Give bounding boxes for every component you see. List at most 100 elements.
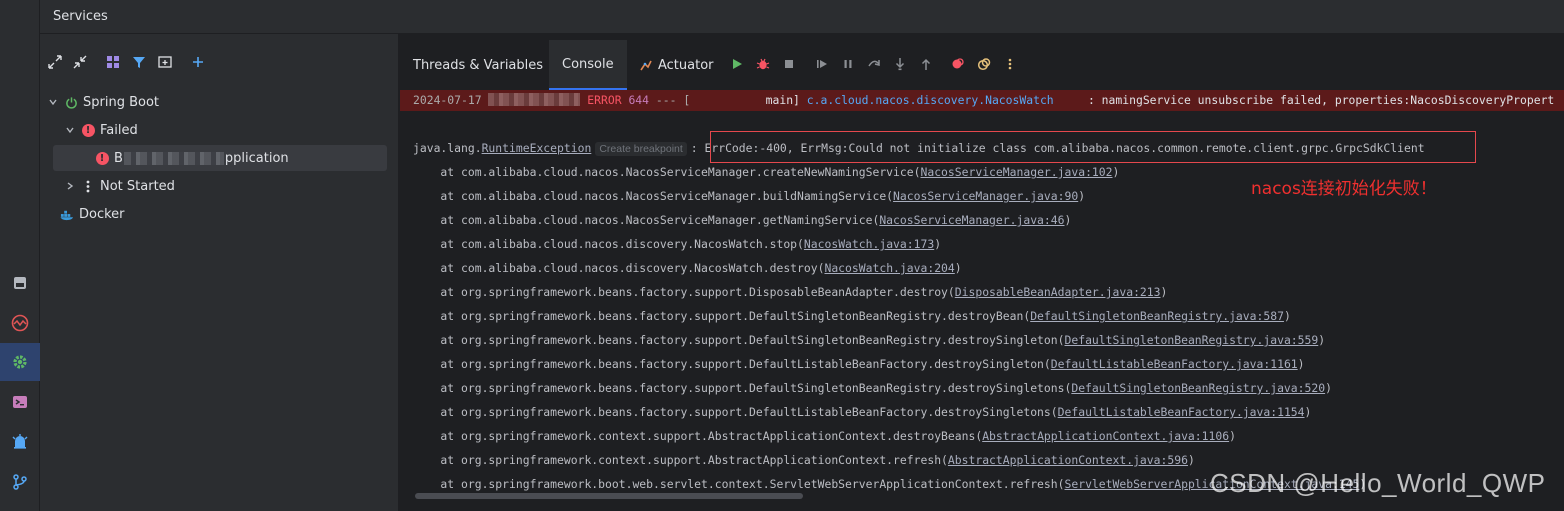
terminal-tool-button[interactable] — [0, 383, 40, 421]
stack-frame-source-link[interactable]: NacosServiceManager.java:90 — [893, 189, 1078, 203]
more-actions-button[interactable] — [1000, 54, 1020, 74]
redacted-text — [123, 151, 224, 165]
stack-frame-source-link[interactable]: NacosWatch.java:204 — [824, 261, 954, 275]
view-breakpoints-button[interactable] — [948, 54, 968, 74]
tree-node-label: Failed — [100, 122, 138, 138]
stack-frame-source-link[interactable]: DefaultSingletonBeanRegistry.java:559 — [1065, 333, 1319, 347]
pause-button[interactable] — [838, 54, 858, 74]
stack-frame-source-link[interactable]: DefaultSingletonBeanRegistry.java:520 — [1071, 381, 1325, 395]
stack-frame-end: ) — [1325, 381, 1332, 395]
database-icon — [14, 277, 26, 289]
stack-frame-source-link[interactable]: AbstractApplicationContext.java:1106 — [982, 429, 1229, 443]
add-service-button[interactable] — [188, 52, 208, 72]
tab-threads-variables[interactable]: Threads & Variables — [400, 40, 556, 90]
debug-bug-icon — [756, 58, 770, 70]
services-tool-button[interactable] — [0, 343, 40, 381]
step-over-icon — [868, 60, 880, 67]
new-tab-icon — [158, 56, 172, 68]
notifications-icon — [12, 434, 28, 449]
panel-title: Services — [53, 9, 108, 24]
horizontal-scrollbar[interactable] — [415, 493, 803, 499]
app-name-start: B — [114, 150, 123, 166]
stack-frame-end: ) — [1187, 453, 1195, 467]
step-out-icon — [921, 58, 931, 70]
tree-toolbar — [40, 48, 399, 76]
stack-frame-end: ) — [1112, 165, 1120, 179]
filter-button[interactable] — [129, 52, 149, 72]
stack-frame-source-link[interactable]: NacosServiceManager.java:102 — [920, 165, 1112, 179]
mute-breakpoints-button[interactable] — [974, 54, 994, 74]
stop-icon — [785, 60, 793, 68]
exception-class-link[interactable]: RuntimeException — [482, 141, 592, 155]
step-over-button[interactable] — [864, 54, 884, 74]
git-branch-icon — [13, 474, 27, 490]
log-error-line: 2024-07-17 ERROR 644 --- [ main] c.a.clo… — [400, 90, 1564, 111]
git-tool-button[interactable] — [0, 463, 40, 501]
stack-frame-source-link[interactable]: AbstractApplicationContext.java:596 — [948, 453, 1188, 467]
stop-button[interactable] — [779, 54, 799, 74]
stack-frame-method: at org.springframework.boot.web.servlet.… — [413, 477, 1065, 491]
debug-button[interactable] — [753, 54, 773, 74]
resume-button[interactable] — [727, 54, 747, 74]
stack-frame-line: at org.springframework.context.support.A… — [413, 453, 1195, 467]
stack-frame-source-link[interactable]: DefaultListableBeanFactory.java:1154 — [1058, 405, 1305, 419]
log-pid: 644 — [628, 93, 650, 107]
spring-boot-icon — [64, 95, 78, 109]
tab-actuator[interactable]: Actuator — [626, 40, 727, 90]
create-breakpoint-hint[interactable]: Create breakpoint — [595, 142, 687, 156]
stack-frame-line: at org.springframework.beans.factory.sup… — [413, 333, 1325, 347]
stack-frame-method: at org.springframework.context.support.A… — [413, 429, 983, 443]
watermark: CSDN @Hello_World_QWP — [1210, 468, 1546, 498]
chevron-down-icon[interactable] — [63, 123, 77, 137]
stack-frame-method: at com.alibaba.cloud.nacos.NacosServiceM… — [413, 213, 880, 227]
open-in-new-tab-button[interactable] — [155, 52, 175, 72]
console-tabbar: Threads & Variables Console Actuator — [400, 40, 1564, 90]
add-service-icon — [193, 57, 203, 67]
tree-node-application[interactable]: ! B pplication — [53, 145, 387, 171]
stack-frame-method: at org.springframework.beans.factory.sup… — [413, 405, 1058, 419]
stack-frame-line: at com.alibaba.cloud.nacos.discovery.Nac… — [413, 237, 941, 251]
stack-frame-end: ) — [1160, 285, 1168, 299]
database-tool-button[interactable] — [0, 264, 40, 302]
stack-frame-method: at org.springframework.context.support.A… — [413, 453, 948, 467]
stack-frame-source-link[interactable]: DefaultListableBeanFactory.java:1161 — [1051, 357, 1298, 371]
step-into-button[interactable] — [890, 54, 910, 74]
stack-frame-method: at com.alibaba.cloud.nacos.NacosServiceM… — [413, 165, 921, 179]
tree-node-failed[interactable]: ! Failed — [63, 117, 383, 143]
notifications-tool-button[interactable] — [0, 423, 40, 461]
group-by-icon — [107, 56, 119, 68]
stack-frame-line: at org.springframework.beans.factory.sup… — [413, 285, 1167, 299]
chevron-right-icon[interactable] — [63, 179, 77, 193]
exception-colon: : — [690, 141, 698, 155]
profiler-tool-button[interactable] — [0, 304, 40, 342]
step-out-button[interactable] — [916, 54, 936, 74]
tree-node-label: Not Started — [100, 178, 175, 194]
stack-frame-source-link[interactable]: NacosWatch.java:173 — [804, 237, 934, 251]
tool-window-strip — [0, 0, 40, 511]
collapse-all-button[interactable] — [70, 52, 90, 72]
terminal-icon — [13, 396, 27, 408]
services-gear-icon — [13, 355, 27, 369]
tab-label: Console — [562, 56, 614, 72]
stack-frame-source-link[interactable]: DefaultSingletonBeanRegistry.java:587 — [1030, 309, 1284, 323]
tree-node-spring-boot[interactable]: Spring Boot — [46, 89, 386, 115]
log-message: : namingService unsubscribe failed, prop… — [1053, 93, 1555, 107]
docker-icon — [60, 207, 74, 221]
collapse-all-icon — [73, 55, 87, 69]
stack-frame-method: at com.alibaba.cloud.nacos.NacosServiceM… — [413, 189, 894, 203]
tab-console[interactable]: Console — [549, 40, 627, 90]
tree-node-not-started[interactable]: Not Started — [63, 173, 383, 199]
stack-frame-source-link[interactable]: DisposableBeanAdapter.java:213 — [955, 285, 1161, 299]
stack-frame-end: ) — [1304, 405, 1312, 419]
services-tree-panel: Spring Boot ! Failed ! B pplication Not … — [40, 34, 399, 511]
stack-frame-source-link[interactable]: NacosServiceManager.java:46 — [879, 213, 1064, 227]
group-by-button[interactable] — [103, 52, 123, 72]
tree-node-docker[interactable]: Docker — [60, 201, 380, 227]
tab-label: Threads & Variables — [413, 57, 544, 73]
stack-frame-end: ) — [1064, 213, 1072, 227]
step-button[interactable] — [812, 54, 832, 74]
stack-frame-line: at org.springframework.beans.factory.sup… — [413, 309, 1290, 323]
expand-all-button[interactable] — [45, 52, 65, 72]
chevron-down-icon[interactable] — [46, 95, 60, 109]
tree-node-label: Docker — [79, 206, 125, 222]
